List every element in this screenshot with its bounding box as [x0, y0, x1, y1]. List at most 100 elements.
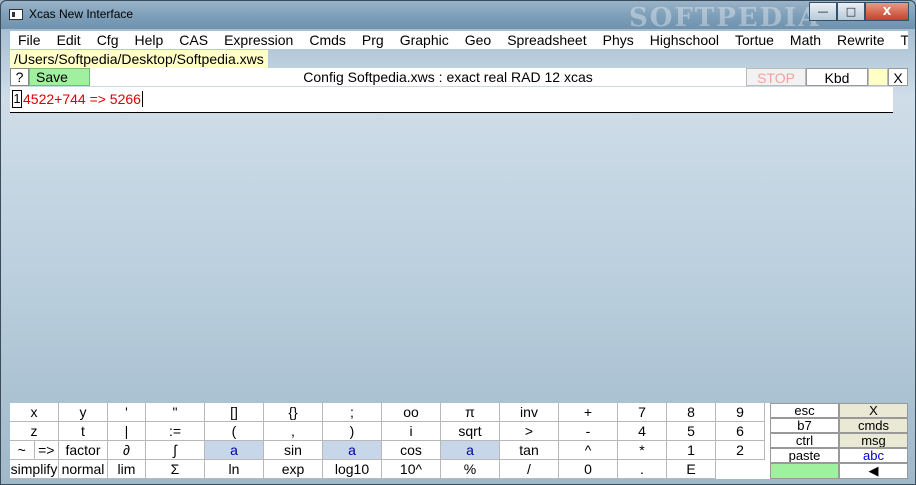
- key-a-3[interactable]: a: [441, 441, 500, 460]
- key-msg[interactable]: msg: [839, 433, 908, 448]
- key-minus[interactable]: -: [559, 422, 618, 441]
- menu-math[interactable]: Math: [782, 31, 829, 49]
- key-tilde-label[interactable]: ~: [10, 441, 35, 459]
- key-abc[interactable]: abc: [839, 448, 908, 463]
- key-integral[interactable]: ∫: [146, 441, 205, 460]
- key-rparen[interactable]: ): [323, 422, 382, 441]
- menu-edit[interactable]: Edit: [49, 31, 89, 49]
- session-tab-path[interactable]: /Users/Softpedia/Desktop/Softpedia.xws: [10, 50, 268, 68]
- menu-phys[interactable]: Phys: [595, 31, 642, 49]
- menu-help[interactable]: Help: [126, 31, 171, 49]
- key-exp[interactable]: exp: [264, 460, 323, 479]
- key-partial[interactable]: ∂: [108, 441, 146, 460]
- key-b7[interactable]: b7: [770, 418, 839, 433]
- close-session-button[interactable]: X: [888, 68, 908, 86]
- key-ln[interactable]: ln: [205, 460, 264, 479]
- key-percent[interactable]: %: [441, 460, 500, 479]
- command-entry[interactable]: 4522+744 => 5266: [23, 90, 143, 108]
- menu-cfg[interactable]: Cfg: [89, 31, 127, 49]
- key-backspace[interactable]: ◀: [839, 463, 908, 479]
- menu-file[interactable]: File: [10, 31, 49, 49]
- minimize-button[interactable]: —: [809, 2, 837, 21]
- key-1[interactable]: 1: [667, 441, 716, 460]
- key-semicolon[interactable]: ;: [323, 403, 382, 422]
- key-z[interactable]: z: [10, 422, 59, 441]
- help-button[interactable]: ?: [10, 68, 29, 86]
- key-sin[interactable]: sin: [264, 441, 323, 460]
- menu-expression[interactable]: Expression: [216, 31, 301, 49]
- key-5[interactable]: 5: [667, 422, 716, 441]
- kbd-button[interactable]: Kbd: [806, 68, 868, 86]
- key-lim[interactable]: lim: [108, 460, 146, 479]
- key-ten-power[interactable]: 10^: [382, 460, 441, 479]
- menu-tortue[interactable]: Tortue: [727, 31, 782, 49]
- key-simplify[interactable]: simplify: [10, 460, 59, 479]
- key-cos[interactable]: cos: [382, 441, 441, 460]
- key-2[interactable]: 2: [716, 441, 765, 460]
- menu-spreadsheet[interactable]: Spreadsheet: [499, 31, 594, 49]
- close-window-button[interactable]: X: [865, 2, 909, 21]
- key-a-1[interactable]: a: [205, 441, 264, 460]
- key-greater[interactable]: >: [500, 422, 559, 441]
- key-7[interactable]: 7: [618, 403, 667, 422]
- key-plus[interactable]: +: [559, 403, 618, 422]
- line-number[interactable]: 1: [12, 90, 22, 108]
- menu-t[interactable]: T: [893, 31, 908, 49]
- key-normal[interactable]: normal: [59, 460, 108, 479]
- app-icon: [9, 9, 23, 20]
- title-bar[interactable]: Xcas New Interface SOFTPEDIA — □ X: [1, 1, 915, 33]
- key-close-keyboard[interactable]: X: [839, 403, 908, 418]
- key-pipe[interactable]: |: [108, 422, 146, 441]
- key-log10[interactable]: log10: [323, 460, 382, 479]
- save-button[interactable]: Save: [29, 68, 90, 86]
- key-inv[interactable]: inv: [500, 403, 559, 422]
- menu-graphic[interactable]: Graphic: [392, 31, 457, 49]
- key-comma[interactable]: ,: [264, 422, 323, 441]
- menu-bar: File Edit Cfg Help CAS Expression Cmds P…: [10, 31, 908, 49]
- key-6[interactable]: 6: [716, 422, 765, 441]
- stop-button[interactable]: STOP: [746, 68, 806, 86]
- key-sigma[interactable]: Σ: [146, 460, 205, 479]
- command-text: 4522+744 => 5266: [23, 91, 141, 107]
- key-green-blank[interactable]: [770, 463, 839, 479]
- key-a-2[interactable]: a: [323, 441, 382, 460]
- key-pi[interactable]: π: [441, 403, 500, 422]
- key-lparen[interactable]: (: [205, 422, 264, 441]
- key-caret[interactable]: ^: [559, 441, 618, 460]
- key-e[interactable]: E: [667, 460, 716, 479]
- key-factor[interactable]: factor: [59, 441, 108, 460]
- menu-prg[interactable]: Prg: [354, 31, 392, 49]
- key-divide[interactable]: /: [500, 460, 559, 479]
- menu-cas[interactable]: CAS: [171, 31, 216, 49]
- key-y[interactable]: y: [59, 403, 108, 422]
- key-dot[interactable]: .: [618, 460, 667, 479]
- key-times[interactable]: *: [618, 441, 667, 460]
- key-0[interactable]: 0: [559, 460, 618, 479]
- key-x[interactable]: x: [10, 403, 59, 422]
- key-cmds[interactable]: cmds: [839, 418, 908, 433]
- key-i[interactable]: i: [382, 422, 441, 441]
- key-sqrt[interactable]: sqrt: [441, 422, 500, 441]
- key-quote[interactable]: ': [108, 403, 146, 422]
- key-implies[interactable]: =>: [35, 441, 59, 459]
- config-button[interactable]: Config Softpedia.xws : exact real RAD 12…: [90, 68, 806, 86]
- key-paste[interactable]: paste: [770, 448, 839, 463]
- key-assign[interactable]: :=: [146, 422, 205, 441]
- menu-geo[interactable]: Geo: [457, 31, 499, 49]
- key-braces[interactable]: {}: [264, 403, 323, 422]
- key-tan[interactable]: tan: [500, 441, 559, 460]
- key-9[interactable]: 9: [716, 403, 765, 422]
- menu-rewrite[interactable]: Rewrite: [829, 31, 892, 49]
- key-esc[interactable]: esc: [770, 403, 839, 418]
- key-infinity[interactable]: oo: [382, 403, 441, 422]
- key-dquote[interactable]: ": [146, 403, 205, 422]
- maximize-button[interactable]: □: [837, 2, 865, 21]
- key-4[interactable]: 4: [618, 422, 667, 441]
- menu-cmds[interactable]: Cmds: [301, 31, 354, 49]
- blank-button[interactable]: [868, 68, 888, 86]
- key-t[interactable]: t: [59, 422, 108, 441]
- key-8[interactable]: 8: [667, 403, 716, 422]
- key-ctrl[interactable]: ctrl: [770, 433, 839, 448]
- menu-highschool[interactable]: Highschool: [642, 31, 727, 49]
- key-brackets[interactable]: []: [205, 403, 264, 422]
